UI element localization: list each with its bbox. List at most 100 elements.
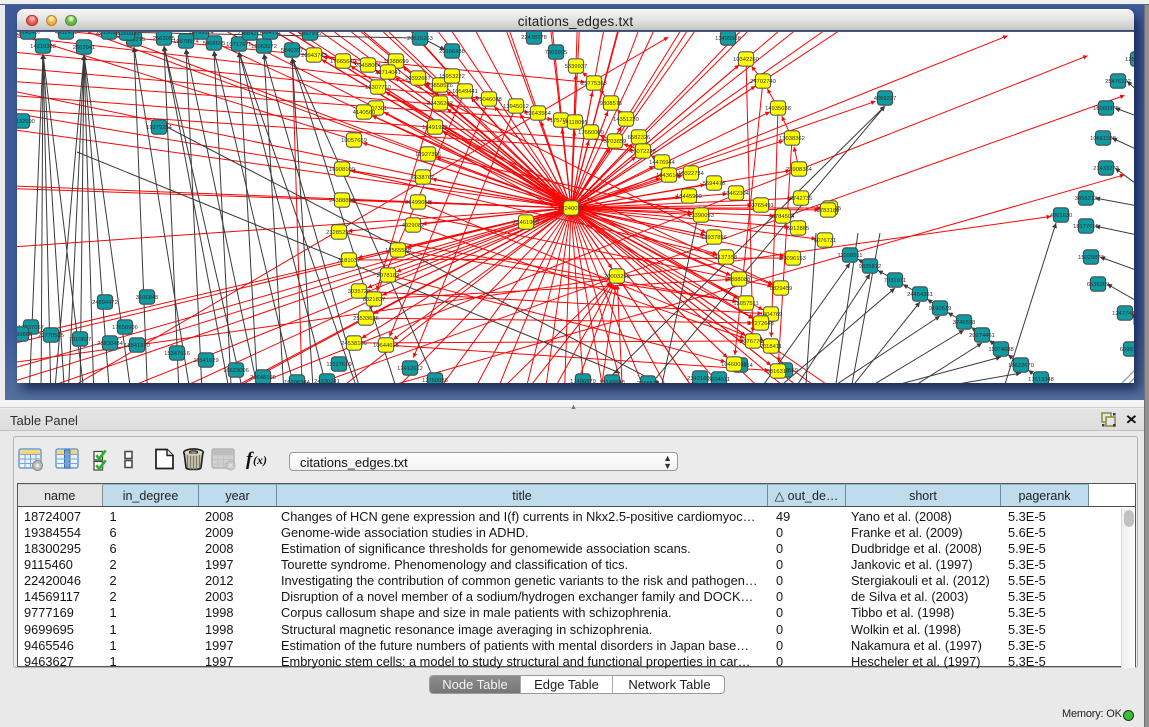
svg-text:23285250: 23285250 [326,230,352,236]
svg-text:11527619: 11527619 [326,362,351,368]
svg-text:20274461: 20274461 [969,333,995,339]
svg-text:24538166: 24538166 [341,341,367,347]
svg-text:14935038: 14935038 [765,106,791,112]
svg-text:10644615: 10644615 [373,343,399,349]
svg-text:7118411: 7118411 [760,344,782,350]
svg-text:23858526: 23858526 [427,83,453,89]
svg-text:11541029: 11541029 [193,358,218,364]
svg-text:16060376: 16060376 [1093,106,1119,112]
svg-text:18937896: 18937896 [701,235,727,241]
svg-text:14351230: 14351230 [613,117,639,123]
svg-text:2663941: 2663941 [73,45,96,51]
svg-text:23908384: 23908384 [786,167,813,173]
svg-text:17272648: 17272648 [748,321,774,327]
svg-text:10342260: 10342260 [733,57,759,63]
svg-text:12643564: 12643564 [525,111,552,117]
svg-text:24702740: 24702740 [750,79,776,85]
svg-text:21433273: 21433273 [1093,166,1119,172]
svg-text:2315577: 2315577 [637,381,660,383]
svg-text:11058511: 11058511 [838,253,863,259]
svg-text:4140560: 4140560 [353,110,376,116]
svg-text:10661588: 10661588 [1090,136,1116,142]
svg-text:24388850: 24388850 [329,198,355,204]
svg-text:15347616: 15347616 [164,351,190,357]
svg-text:7910827: 7910827 [69,337,92,343]
svg-text:17613348: 17613348 [1028,377,1054,383]
svg-text:17565588: 17565588 [385,248,411,254]
svg-text:22714041: 22714041 [375,70,401,76]
svg-text:12477488: 12477488 [1112,311,1134,317]
svg-text:19379254: 19379254 [146,125,173,131]
svg-text:23096153: 23096153 [780,256,806,262]
svg-text:3784504: 3784504 [772,214,795,220]
svg-text:5468605: 5468605 [203,41,226,47]
svg-text:7031971: 7031971 [884,278,907,284]
svg-text:19678574: 19678574 [173,39,200,45]
svg-text:8829459: 8829459 [770,286,793,292]
svg-text:20166438: 20166438 [439,49,465,55]
svg-text:11388699: 11388699 [383,59,408,65]
svg-text:10549441: 10549441 [452,89,478,95]
svg-text:17240073: 17240073 [558,206,584,212]
svg-text:25775363: 25775363 [581,81,607,87]
svg-text:10717675: 10717675 [226,42,252,48]
svg-text:15445909: 15445909 [676,194,702,200]
svg-text:20648195: 20648195 [250,375,276,381]
svg-text:2978182: 2978182 [377,273,400,279]
svg-text:13495588: 13495588 [715,36,741,42]
svg-text:5840397: 5840397 [281,48,304,54]
svg-text:19462304: 19462304 [723,191,750,197]
svg-text:16307710: 16307710 [365,85,391,91]
svg-text:11350932: 11350932 [114,32,139,37]
svg-text:2999883: 2999883 [17,332,32,338]
svg-text:4961630: 4961630 [1050,213,1073,219]
svg-text:8742735: 8742735 [790,196,813,202]
svg-text:17406879: 17406879 [570,379,596,383]
svg-text:9335812: 9335812 [859,264,882,270]
svg-text:3604511: 3604511 [708,377,730,383]
svg-text:17656906: 17656906 [112,325,138,331]
svg-text:2563055: 2563055 [153,36,176,42]
svg-text:25533636: 25533636 [353,316,379,322]
svg-text:8783180: 8783180 [817,208,840,214]
svg-text:22438378: 22438378 [521,35,547,41]
svg-text:11074688: 11074688 [988,347,1013,353]
svg-text:8321837: 8321837 [363,297,386,303]
svg-text:24330241: 24330241 [314,379,340,383]
svg-text:3703859: 3703859 [604,139,627,145]
svg-text:21461909: 21461909 [513,220,539,226]
svg-text:3746598: 3746598 [953,320,976,326]
svg-text:13765491: 13765491 [748,203,774,209]
svg-text:6638767: 6638767 [412,175,435,181]
svg-text:13132690: 13132690 [17,119,35,125]
svg-text:23830434: 23830434 [97,341,124,347]
svg-text:15057511: 15057511 [733,301,758,307]
svg-text:15953222: 15953222 [439,74,465,80]
svg-text:20515263: 20515263 [407,36,433,42]
svg-text:12525131: 12525131 [1125,57,1134,63]
svg-text:17660000: 17660000 [578,130,604,136]
svg-text:6076731: 6076731 [814,238,837,244]
svg-text:17665640: 17665640 [330,59,356,65]
svg-text:3106848: 3106848 [136,295,159,301]
svg-text:10460025: 10460025 [721,362,747,368]
svg-text:5888088: 5888088 [728,277,751,283]
svg-text:10322734: 10322734 [678,171,705,177]
svg-text:(x): (x) [253,453,267,467]
svg-text:23436262: 23436262 [427,101,453,107]
svg-text:13038362: 13038362 [779,136,805,142]
svg-text:4457975: 4457975 [299,32,322,37]
svg-text:4269227: 4269227 [874,96,897,102]
svg-text:6912885: 6912885 [787,226,810,232]
svg-text:20458054: 20458054 [355,63,382,69]
svg-text:4952451: 4952451 [55,32,78,36]
svg-text:12412612: 12412612 [397,366,423,372]
svg-text:20003258: 20003258 [604,274,630,280]
svg-text:7064171: 7064171 [259,32,282,36]
svg-text:4929082: 4929082 [402,223,425,229]
svg-text:21770515: 21770515 [38,333,64,339]
svg-text:16072228: 16072228 [630,149,656,155]
svg-text:15149848: 15149848 [599,380,625,383]
svg-text:24454361: 24454361 [907,292,933,298]
svg-text:14310388: 14310388 [30,44,56,50]
